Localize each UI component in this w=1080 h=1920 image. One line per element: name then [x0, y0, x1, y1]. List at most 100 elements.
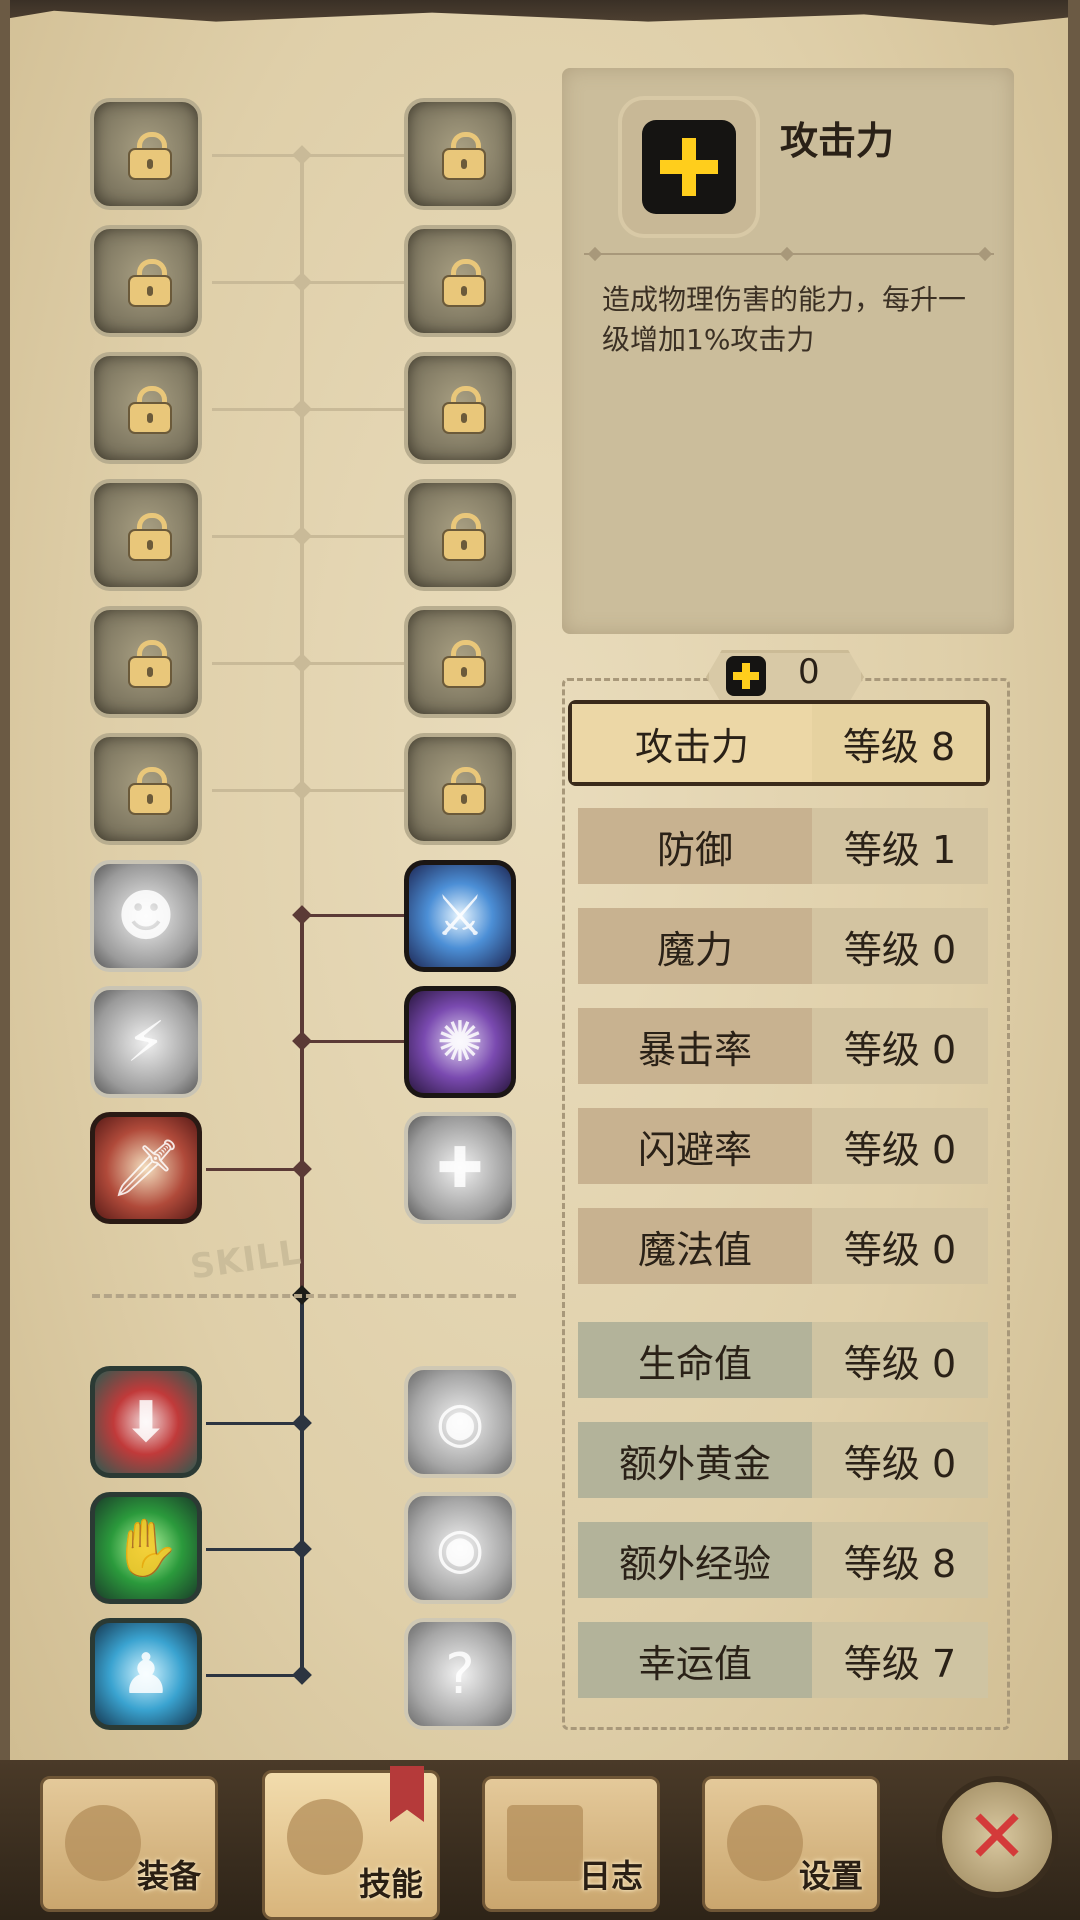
skill-node-locked[interactable]	[90, 225, 202, 337]
skill-node-mystery[interactable]: ?	[404, 1618, 516, 1730]
plus-icon	[642, 120, 736, 214]
skill-node-locked[interactable]	[404, 98, 516, 210]
eye-icon: ◉	[435, 1515, 485, 1581]
skill-ring-icon	[287, 1799, 363, 1875]
lock-icon	[444, 640, 484, 686]
tree-node-diamond	[292, 1539, 312, 1559]
vortex-icon: ✺	[436, 1009, 484, 1075]
skill-node-locked[interactable]	[90, 479, 202, 591]
stat-level: 等级 0	[812, 908, 988, 984]
stat-level: 等级 0	[812, 1108, 988, 1184]
lock-icon	[444, 386, 484, 432]
skill-node-vortex-active[interactable]: ✺	[404, 986, 516, 1098]
tab-log[interactable]: 日志	[482, 1776, 660, 1912]
stat-row-magic[interactable]: 魔力 等级 0	[578, 908, 988, 984]
stat-level: 等级 1	[812, 808, 988, 884]
tree-line-upper-active	[300, 910, 304, 1296]
tree-node-diamond	[292, 905, 312, 925]
sword-slash-icon: ⚔	[434, 883, 486, 949]
skill-node-locked[interactable]	[404, 479, 516, 591]
stat-name: 暴击率	[578, 1008, 812, 1084]
lock-icon	[130, 132, 170, 178]
tree-node-diamond	[292, 1665, 312, 1685]
journal-icon	[507, 1805, 583, 1881]
stat-row-crit-rate[interactable]: 暴击率 等级 0	[578, 1008, 988, 1084]
connector	[206, 1548, 302, 1551]
skill-node-heal[interactable]: ✚	[404, 1112, 516, 1224]
skill-node-luck-aura[interactable]: ♟	[90, 1618, 202, 1730]
tree-node-diamond	[292, 526, 312, 546]
skill-node-locked[interactable]	[90, 98, 202, 210]
shadow-figure-icon: ☻	[116, 883, 176, 949]
stat-name: 生命值	[578, 1322, 812, 1398]
tree-line-lower	[300, 1296, 304, 1676]
skill-node-eye-chest[interactable]: ◉	[404, 1366, 516, 1478]
tree-node-diamond	[292, 780, 312, 800]
stat-level: 等级 0	[812, 1208, 988, 1284]
skill-node-chest-drop[interactable]: ⬇	[90, 1366, 202, 1478]
tab-label: 设置	[798, 1857, 863, 1895]
lock-icon	[444, 767, 484, 813]
stat-description: 造成物理伤害的能力，每升一级增加1%攻击力	[602, 283, 967, 356]
skill-node-slash-active[interactable]: ⚔	[404, 860, 516, 972]
stat-row-extra-gold[interactable]: 额外黄金 等级 0	[578, 1422, 988, 1498]
skill-node-sword-active[interactable]: 🗡	[90, 1112, 202, 1224]
figure-aura-icon: ♟	[120, 1641, 172, 1707]
skill-node-shadow-strike[interactable]: ☻	[90, 860, 202, 972]
skill-node-locked[interactable]	[90, 606, 202, 718]
chest-arrow-icon: ⬇	[122, 1389, 170, 1455]
stat-row-hp[interactable]: 生命值 等级 0	[578, 1322, 988, 1398]
stat-name: 额外经验	[578, 1522, 812, 1598]
lock-icon	[130, 640, 170, 686]
lock-icon	[444, 513, 484, 559]
stat-title: 攻击力	[780, 119, 895, 163]
skill-node-locked[interactable]	[404, 352, 516, 464]
skill-node-locked[interactable]	[404, 606, 516, 718]
stat-row-extra-exp[interactable]: 额外经验 等级 8	[578, 1522, 988, 1598]
stat-level: 等级 8	[812, 1522, 988, 1598]
skill-node-lightning[interactable]: ⚡	[90, 986, 202, 1098]
tree-node-diamond	[292, 272, 312, 292]
stat-name: 闪避率	[578, 1108, 812, 1184]
connector	[300, 1040, 412, 1043]
stat-row-luck[interactable]: 幸运值 等级 7	[578, 1622, 988, 1698]
connector	[300, 914, 412, 917]
tab-equipment[interactable]: 装备	[40, 1776, 218, 1912]
close-icon: ✕	[965, 1794, 1028, 1880]
plus-icon	[726, 656, 766, 696]
stat-name: 幸运值	[578, 1622, 812, 1698]
top-frame-edge	[0, 0, 1080, 26]
stat-row-attack[interactable]: 攻击力 等级 8	[568, 700, 990, 786]
stat-level: 等级 0	[812, 1322, 988, 1398]
section-divider	[92, 1294, 516, 1298]
stat-row-defense[interactable]: 防御 等级 1	[578, 808, 988, 884]
lightning-icon: ⚡	[126, 1009, 166, 1075]
lock-icon	[130, 386, 170, 432]
stat-icon-frame	[622, 100, 756, 234]
connector	[206, 1422, 302, 1425]
stat-row-mana[interactable]: 魔法值 等级 0	[578, 1208, 988, 1284]
tree-node-diamond	[292, 653, 312, 673]
skill-section-label: SKILL	[187, 1232, 305, 1288]
skill-node-locked[interactable]	[404, 225, 516, 337]
skill-node-locked[interactable]	[404, 733, 516, 845]
skill-points-value: 0	[798, 652, 820, 692]
stat-name: 防御	[578, 808, 812, 884]
close-button[interactable]: ✕	[936, 1776, 1058, 1898]
skill-node-grab-chest[interactable]: ✋	[90, 1492, 202, 1604]
lock-icon	[130, 513, 170, 559]
stat-level: 等级 7	[812, 1622, 988, 1698]
connector	[206, 1674, 302, 1677]
tree-node-diamond	[292, 1159, 312, 1179]
stat-row-dodge-rate[interactable]: 闪避率 等级 0	[578, 1108, 988, 1184]
gear-icon	[727, 1805, 803, 1881]
skill-node-eye-chest-2[interactable]: ◉	[404, 1492, 516, 1604]
lock-icon	[444, 259, 484, 305]
skill-node-locked[interactable]	[90, 352, 202, 464]
lock-icon	[444, 132, 484, 178]
tab-settings[interactable]: 设置	[702, 1776, 880, 1912]
lock-icon	[130, 259, 170, 305]
tree-node-diamond	[292, 145, 312, 165]
tree-node-diamond	[292, 399, 312, 419]
skill-node-locked[interactable]	[90, 733, 202, 845]
